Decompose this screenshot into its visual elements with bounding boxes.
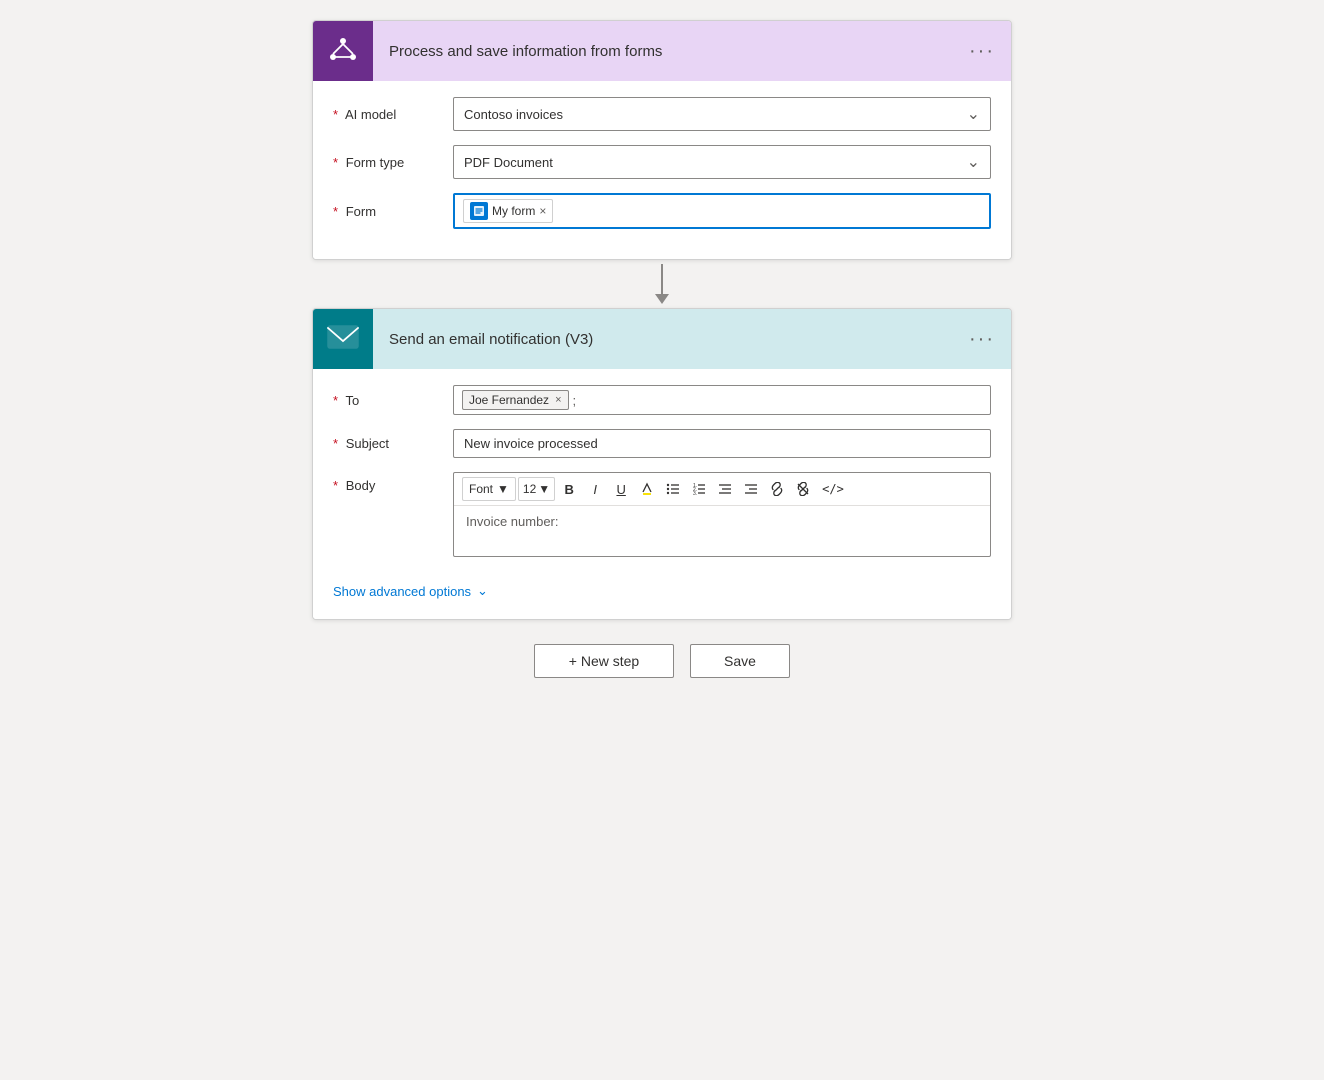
form-required: * [333,204,338,219]
ai-model-dropdown[interactable]: Contoso invoices ⌄ [453,97,991,131]
decrease-indent-icon [718,482,732,496]
ai-model-control: Contoso invoices ⌄ [453,97,991,131]
body-required: * [333,478,338,493]
connector-arrowhead-1 [655,294,669,304]
connector-line-1 [661,264,663,294]
body-row: * Body Font ▼ 12 ▼ [333,472,991,557]
card1-header: Process and save information from forms … [313,21,1011,81]
card1-body: * AI model Contoso invoices ⌄ * Form typ… [313,81,1011,259]
card1-more-button[interactable]: ··· [953,21,1011,81]
card-send-email: Send an email notification (V3) ··· * To… [312,308,1012,620]
form-label: * Form [333,204,453,219]
bullet-list-icon [666,482,680,496]
link-icon [770,482,784,496]
form-type-control: PDF Document ⌄ [453,145,991,179]
recipient-semicolon: ; [573,393,577,408]
form-type-dropdown[interactable]: PDF Document ⌄ [453,145,991,179]
form-tag: My form × [463,199,553,223]
new-step-button[interactable]: + New step [534,644,674,678]
ai-model-required: * [333,107,338,122]
card2-body: * To Joe Fernandez × ; * [313,369,1011,619]
highlight-icon [640,482,654,496]
form-type-dropdown-arrow: ⌄ [967,152,980,172]
font-size-value: 12 [523,482,536,496]
numbered-list-icon: 1. 2. 3. [692,482,706,496]
increase-indent-icon [744,482,758,496]
underline-button[interactable]: U [609,477,633,501]
svg-text:3.: 3. [693,491,697,496]
recipient-name: Joe Fernandez [469,393,549,407]
ai-model-row: * AI model Contoso invoices ⌄ [333,97,991,131]
form-type-required: * [333,155,338,170]
to-input[interactable]: Joe Fernandez × ; [453,385,991,415]
subject-control: New invoice processed [453,429,991,458]
unlink-button[interactable] [791,477,815,501]
card-process-forms: Process and save information from forms … [312,20,1012,260]
italic-button[interactable]: I [583,477,607,501]
decrease-indent-button[interactable] [713,477,737,501]
card1-icon [313,21,373,81]
unlink-icon [796,482,810,496]
to-required: * [333,393,338,408]
font-size-select[interactable]: 12 ▼ [518,477,555,501]
show-advanced-label: Show advanced options [333,584,471,599]
show-advanced-options[interactable]: Show advanced options ⌄ [333,571,991,603]
recipient-tag: Joe Fernandez × [462,390,569,410]
subject-required: * [333,436,338,451]
form-control: My form × [453,193,991,229]
email-icon [327,325,359,353]
form-type-label: * Form type [333,155,453,170]
subject-input[interactable]: New invoice processed [453,429,991,458]
to-row: * To Joe Fernandez × ; [333,385,991,415]
numbered-list-button[interactable]: 1. 2. 3. [687,477,711,501]
form-row: * Form My form × [333,193,991,229]
font-size-dropdown-arrow: ▼ [538,482,550,496]
font-dropdown-arrow: ▼ [497,482,509,496]
connector-arrow-1 [655,264,669,304]
body-editor: Font ▼ 12 ▼ B I U [453,472,991,557]
font-label: Font [469,482,493,496]
form-tag-close[interactable]: × [539,204,546,218]
bullet-list-button[interactable] [661,477,685,501]
card2-more-button[interactable]: ··· [953,309,1011,369]
code-button[interactable]: </> [817,477,849,501]
bottom-buttons: + New step Save [534,644,790,678]
form-icon [473,205,485,217]
link-button[interactable] [765,477,789,501]
save-button[interactable]: Save [690,644,790,678]
show-advanced-chevron: ⌄ [477,583,488,599]
highlight-button[interactable] [635,477,659,501]
card1-title: Process and save information from forms [373,43,953,60]
to-label: * To [333,393,453,408]
card2-header: Send an email notification (V3) ··· [313,309,1011,369]
body-toolbar: Font ▼ 12 ▼ B I U [454,473,990,506]
form-tag-icon [470,202,488,220]
body-control: Font ▼ 12 ▼ B I U [453,472,991,557]
bold-button[interactable]: B [557,477,581,501]
ai-model-dropdown-arrow: ⌄ [967,104,980,124]
to-control: Joe Fernandez × ; [453,385,991,415]
process-icon [327,35,359,67]
increase-indent-button[interactable] [739,477,763,501]
subject-row: * Subject New invoice processed [333,429,991,458]
form-type-row: * Form type PDF Document ⌄ [333,145,991,179]
ai-model-label: * AI model [333,107,453,122]
body-label: * Body [333,472,453,493]
font-select[interactable]: Font ▼ [462,477,516,501]
body-content[interactable]: Invoice number: [454,506,990,556]
canvas: Process and save information from forms … [0,0,1324,678]
subject-label: * Subject [333,436,453,451]
card2-icon [313,309,373,369]
form-tag-input[interactable]: My form × [453,193,991,229]
card2-title: Send an email notification (V3) [373,331,953,348]
recipient-close[interactable]: × [555,394,561,406]
form-tag-label: My form [492,204,535,218]
